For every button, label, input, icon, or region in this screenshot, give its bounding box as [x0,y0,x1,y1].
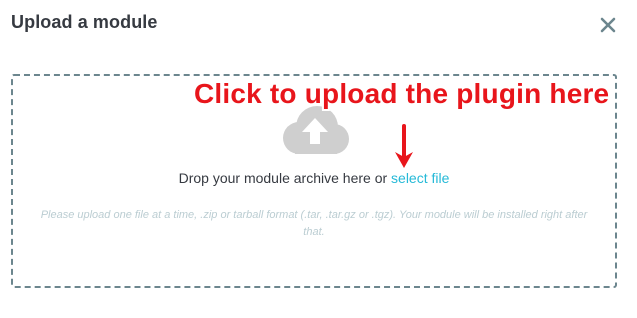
arrow-down-icon [393,124,415,170]
close-icon[interactable] [599,16,617,34]
upload-help-text: Please upload one file at a time, .zip o… [40,209,588,238]
cloud-upload-icon [277,106,351,158]
select-file-link[interactable]: select file [391,170,449,186]
drop-instruction: Drop your module archive here or select … [13,170,615,186]
modal-title: Upload a module [11,12,158,32]
drop-text: Drop your module archive here or [178,170,392,186]
annotation-label: Click to upload the plugin here [194,78,610,109]
